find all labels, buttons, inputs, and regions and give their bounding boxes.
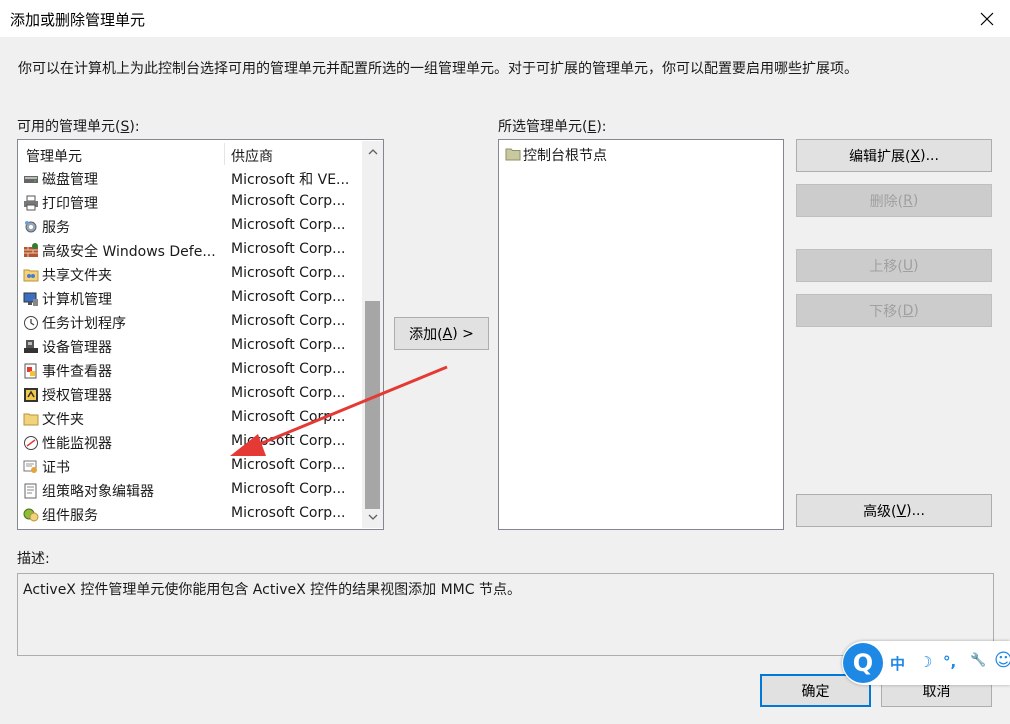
annotation-arrow: [230, 365, 448, 456]
arrow-head: [230, 434, 266, 456]
